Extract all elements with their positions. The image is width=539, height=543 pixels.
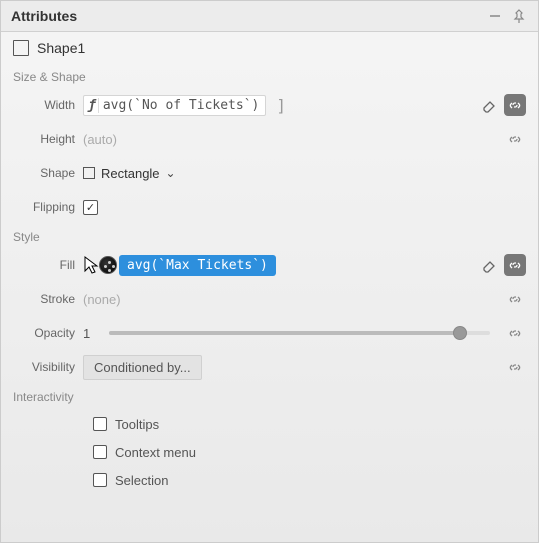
height-value[interactable]: (auto) bbox=[83, 132, 117, 147]
height-label: Height bbox=[13, 132, 75, 146]
shape-type-select[interactable]: Rectangle ⌄ bbox=[83, 166, 176, 181]
tooltips-label: Tooltips bbox=[115, 417, 159, 432]
section-interactivity: Interactivity bbox=[1, 386, 538, 410]
stroke-label: Stroke bbox=[13, 292, 75, 306]
link-icon[interactable] bbox=[504, 94, 526, 116]
selection-label: Selection bbox=[115, 473, 168, 488]
tooltips-checkbox[interactable] bbox=[93, 417, 107, 431]
eraser-icon[interactable] bbox=[480, 96, 498, 114]
visibility-label: Visibility bbox=[13, 360, 75, 374]
slider-thumb[interactable] bbox=[453, 326, 467, 340]
chevron-down-icon: ⌄ bbox=[166, 166, 176, 180]
width-row: Width ƒ avg(`No of Tickets`) ] bbox=[13, 90, 526, 120]
fill-color-swatch[interactable] bbox=[99, 256, 117, 274]
panel-titlebar: Attributes bbox=[1, 1, 538, 32]
flipping-checkbox[interactable] bbox=[83, 200, 98, 215]
conditioned-by-button[interactable]: Conditioned by... bbox=[83, 355, 202, 380]
link-icon[interactable] bbox=[504, 322, 526, 344]
tooltips-row: Tooltips bbox=[93, 410, 526, 438]
minimize-icon[interactable] bbox=[486, 7, 504, 25]
link-icon[interactable] bbox=[504, 356, 526, 378]
width-expression-text: avg(`No of Tickets`) bbox=[103, 98, 260, 113]
context-menu-row: Context menu bbox=[93, 438, 526, 466]
shape-header: Shape1 bbox=[1, 32, 538, 66]
context-menu-checkbox[interactable] bbox=[93, 445, 107, 459]
section-size-shape: Size & Shape bbox=[1, 66, 538, 90]
rectangle-icon bbox=[83, 167, 95, 179]
shape-label: Shape bbox=[13, 166, 75, 180]
width-label: Width bbox=[13, 98, 75, 112]
shape-row: Shape Rectangle ⌄ bbox=[13, 158, 526, 188]
selection-row: Selection bbox=[93, 466, 526, 494]
visibility-row: Visibility Conditioned by... bbox=[13, 352, 526, 382]
shape-type-text: Rectangle bbox=[101, 166, 160, 181]
flipping-label: Flipping bbox=[13, 200, 75, 214]
opacity-label: Opacity bbox=[13, 326, 75, 340]
fill-row: Fill avg(`Max Tickets`) bbox=[13, 250, 526, 280]
shape-type-icon bbox=[13, 40, 29, 56]
opacity-row: Opacity 1 bbox=[13, 318, 526, 348]
fill-expression[interactable]: avg(`Max Tickets`) bbox=[119, 255, 276, 276]
shape-name: Shape1 bbox=[37, 40, 85, 56]
stroke-value[interactable]: (none) bbox=[83, 292, 121, 307]
eraser-icon[interactable] bbox=[480, 256, 498, 274]
width-expression-input[interactable]: ƒ avg(`No of Tickets`) bbox=[83, 95, 266, 116]
bracket-icon: ] bbox=[272, 96, 286, 115]
pin-icon[interactable] bbox=[510, 7, 528, 25]
opacity-slider[interactable] bbox=[109, 331, 490, 335]
height-row: Height (auto) bbox=[13, 124, 526, 154]
attributes-panel: Attributes Shape1 Size & Shape Width ƒ a… bbox=[1, 1, 538, 542]
panel-title: Attributes bbox=[11, 8, 480, 24]
link-icon[interactable] bbox=[504, 128, 526, 150]
selection-checkbox[interactable] bbox=[93, 473, 107, 487]
link-icon[interactable] bbox=[504, 288, 526, 310]
opacity-value[interactable]: 1 bbox=[83, 326, 97, 341]
fx-icon: ƒ bbox=[88, 98, 99, 113]
section-style: Style bbox=[1, 226, 538, 250]
link-icon[interactable] bbox=[504, 254, 526, 276]
flipping-row: Flipping bbox=[13, 192, 526, 222]
context-menu-label: Context menu bbox=[115, 445, 196, 460]
stroke-row: Stroke (none) bbox=[13, 284, 526, 314]
fill-label: Fill bbox=[13, 258, 75, 272]
